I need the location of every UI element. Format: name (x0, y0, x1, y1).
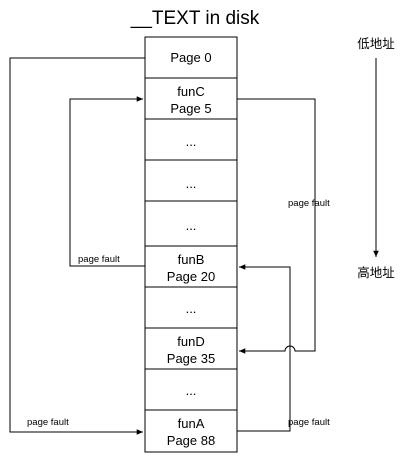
page-fault-label-funC: page fault (78, 254, 120, 265)
page-label: Page 88 (167, 433, 215, 448)
page-label: Page 20 (167, 269, 215, 284)
page-fault-label-funD: page fault (288, 198, 330, 209)
page-fault-label-funB: page fault (288, 417, 330, 428)
page-fault-label-funA: page fault (27, 417, 69, 428)
page-stack: Page 0 funC Page 5 ... ... ... funB Page… (144, 36, 238, 453)
low-address-label: 低地址 (357, 36, 395, 51)
page-fault-arrow-funD (237, 98, 316, 354)
page-function-label: funC (177, 84, 204, 99)
page-label: Page 0 (170, 50, 211, 65)
page-label: Page 35 (167, 351, 215, 366)
page-ellipsis: ... (186, 218, 197, 233)
page-ellipsis: ... (186, 134, 197, 149)
page-fault-arrow-funB (237, 264, 291, 432)
page-fault-arrow-funA (9, 57, 145, 435)
page-fault-arrow-funC (69, 96, 145, 267)
page-ellipsis: ... (186, 383, 197, 398)
diagram-title: __TEXT in disk (130, 8, 260, 29)
page-ellipsis: ... (186, 301, 197, 316)
page-fault-diagram: __TEXT in disk Page 0 funC Page 5 ... ..… (9, 8, 395, 453)
page-label: Page 5 (170, 101, 211, 116)
page-function-label: funA (178, 416, 205, 431)
page-function-label: funB (178, 252, 205, 267)
page-ellipsis: ... (186, 176, 197, 191)
high-address-label: 高地址 (357, 265, 395, 280)
page-function-label: funD (177, 334, 204, 349)
